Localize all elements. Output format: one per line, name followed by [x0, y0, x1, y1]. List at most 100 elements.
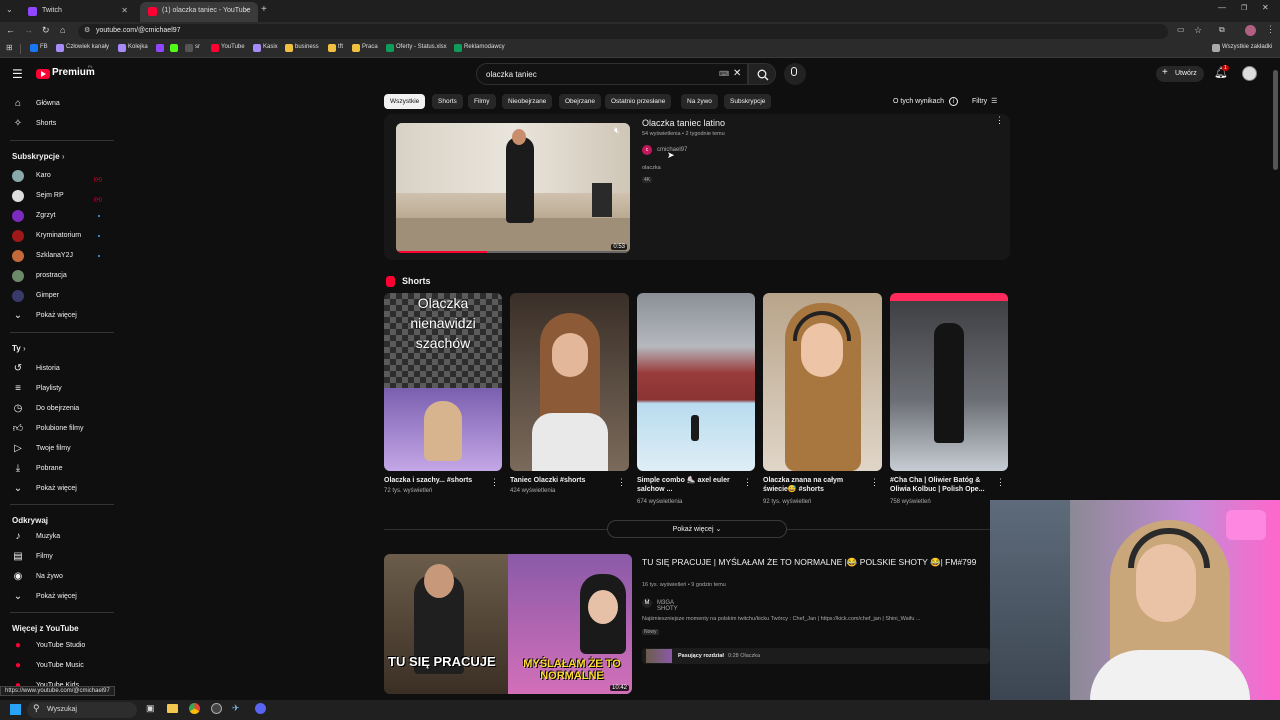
chip-all[interactable]: Wszystkie	[384, 94, 426, 109]
short-thumbnail[interactable]	[890, 293, 1008, 471]
short-thumbnail[interactable]	[763, 293, 882, 471]
search-box[interactable]: olaczka taniec ⌨ ✕	[476, 63, 748, 85]
short-title[interactable]: Olaczka i szachy... #shorts	[384, 476, 490, 485]
tab-menu-icon[interactable]: ⌄	[6, 5, 13, 14]
short-options-icon[interactable]: ⋮	[743, 477, 752, 488]
clear-search-icon[interactable]: ✕	[733, 68, 741, 79]
short-thumbnail[interactable]: Olaczka nienawidzi szachów	[384, 293, 502, 471]
bookmark-reklamodawcy[interactable]: Reklamodawcy	[454, 44, 505, 52]
bookmark-business[interactable]: business	[285, 44, 319, 52]
chip-live[interactable]: Na żywo	[681, 94, 718, 109]
sidebar-item-youtube-studio[interactable]: ● YouTube Studio	[10, 638, 114, 654]
sidebar-item-sejm-rp[interactable]: Sejm RP ((•))	[10, 188, 114, 204]
windows-start-icon[interactable]	[10, 704, 21, 715]
search-button[interactable]	[748, 63, 776, 85]
sidebar-item-watch-later[interactable]: ◷ Do obejrzenia	[10, 401, 114, 417]
sidebar-item-szklanay2j[interactable]: SzklanaY2J	[10, 248, 114, 264]
chip-subscriptions[interactable]: Subskrypcje	[724, 94, 772, 109]
tab-twitch[interactable]: Twitch ✕	[20, 2, 136, 22]
short-thumbnail[interactable]	[510, 293, 629, 471]
sidebar-item-music[interactable]: ♪ Muzyka	[10, 529, 114, 545]
short-options-icon[interactable]: ⋮	[996, 477, 1005, 488]
create-button[interactable]: + Utwórz	[1156, 66, 1204, 82]
apps-grid-icon[interactable]: ⊞	[6, 43, 13, 52]
keyboard-icon[interactable]: ⌨	[719, 70, 729, 78]
video-thumbnail[interactable]: 🔇︎ 0:53	[396, 123, 630, 253]
video-title[interactable]: TU SIĘ PRACUJE | MYŚLAŁAM ŻE TO NORMALNE…	[642, 557, 982, 568]
sidebar-item-home[interactable]: ⌂ Główna	[10, 96, 114, 112]
voice-search-button[interactable]	[784, 63, 806, 85]
extensions-icon[interactable]: ⧉	[1219, 25, 1225, 35]
close-tab-icon[interactable]: ✕	[121, 2, 128, 20]
sidebar-item-your-videos[interactable]: ▷ Twoje filmy	[10, 441, 114, 457]
chip-unwatched[interactable]: Nieobejrzane	[502, 94, 553, 109]
bookmark-tft[interactable]: tft	[328, 44, 343, 52]
new-tab-icon[interactable]: +	[261, 4, 267, 15]
scrollbar-thumb[interactable]	[1273, 70, 1278, 170]
all-bookmarks[interactable]: Wszystkie zakładki	[1212, 44, 1272, 52]
bookmark-youtube[interactable]: YouTube	[211, 44, 245, 52]
video-thumbnail[interactable]: TU SIĘ PRACUJE MYŚLAŁAM ŻE TO NORMALNE 1…	[384, 554, 632, 694]
short-options-icon[interactable]: ⋮	[870, 477, 879, 488]
sidebar-item-playlists[interactable]: ≡ Playlisty	[10, 381, 114, 397]
hamburger-menu-icon[interactable]: ☰	[12, 67, 23, 81]
steam-icon[interactable]: ✈	[232, 703, 240, 714]
sidebar-item-karo[interactable]: Karo ((•))	[10, 168, 114, 184]
bookmark-fb[interactable]: FB	[30, 44, 48, 52]
about-results-button[interactable]: O tych wynikach i	[893, 97, 958, 106]
browser-menu-icon[interactable]: ⋮	[1266, 24, 1275, 35]
back-icon[interactable]: ←	[6, 25, 15, 35]
short-thumbnail[interactable]	[637, 293, 755, 471]
video-options-icon[interactable]: ⋮	[995, 115, 1004, 126]
address-bar[interactable]: ⚙ youtube.com/@cmichael97	[78, 24, 1168, 39]
sidebar-item-downloads[interactable]: ⤓ Pobrane	[10, 461, 114, 477]
profile-avatar[interactable]	[1245, 25, 1256, 36]
bookmark-praca[interactable]: Praca	[352, 44, 378, 52]
bookmark-sr[interactable]: sr	[185, 44, 200, 52]
bookmark-oferty[interactable]: Oferty - Status.xlsx	[386, 44, 447, 52]
close-window-icon[interactable]: ✕	[1262, 3, 1269, 12]
obs-icon[interactable]	[211, 703, 222, 714]
sidebar-item-zgrzyt[interactable]: Zgrzyt	[10, 208, 114, 224]
account-avatar[interactable]	[1242, 66, 1257, 81]
sidebar-item-live[interactable]: ◉ Na żywo	[10, 569, 114, 585]
you-header[interactable]: Ty ›	[12, 344, 26, 353]
task-view-icon[interactable]: ▣	[146, 703, 155, 714]
short-title[interactable]: Simple combo ⛸️ axel euler salchow ...	[637, 476, 737, 494]
bookmark-czlowiek-kanaly[interactable]: Człowiek kanały	[56, 44, 109, 52]
site-info-icon[interactable]: ⚙	[84, 26, 90, 34]
video-title[interactable]: Olaczka taniec latino	[642, 118, 725, 128]
chip-videos[interactable]: Filmy	[468, 94, 496, 109]
cast-icon[interactable]: ▭	[1177, 25, 1185, 34]
short-options-icon[interactable]: ⋮	[617, 477, 626, 488]
sidebar-item-movies[interactable]: ▤ Filmy	[10, 549, 114, 565]
minimize-icon[interactable]: —	[1218, 3, 1226, 12]
taskbar-search[interactable]: ⚲ Wyszukaj	[27, 702, 137, 718]
chrome-icon[interactable]	[189, 703, 200, 714]
sidebar-item-liked[interactable]: 👍︎ Polubione filmy	[10, 421, 114, 437]
file-explorer-icon[interactable]	[167, 704, 178, 713]
sidebar-show-more-you[interactable]: ⌄ Pokaż więcej	[10, 481, 114, 497]
short-title[interactable]: #Cha Cha | Oliwier Batóg & Oliwia Kolbuc…	[890, 476, 994, 494]
short-title[interactable]: Taniec Olaczki #shorts	[510, 476, 616, 485]
home-button-icon[interactable]: ⌂	[60, 25, 65, 35]
bookmark-star-icon[interactable]: ☆	[1194, 25, 1202, 36]
subscriptions-header[interactable]: Subskrypcje ›	[12, 152, 64, 161]
show-more-button[interactable]: Pokaż więcej ⌄	[607, 520, 787, 538]
sidebar-item-shorts[interactable]: ✧ Shorts	[10, 116, 114, 132]
sidebar-item-kryminatorium[interactable]: Kryminatorium	[10, 228, 114, 244]
chip-watched[interactable]: Obejrzane	[559, 94, 601, 109]
search-input[interactable]: olaczka taniec	[486, 70, 537, 79]
sidebar-show-more-explore[interactable]: ⌄ Pokaż więcej	[10, 589, 114, 605]
forward-icon[interactable]: →	[24, 25, 33, 35]
filters-button[interactable]: Filtry ☰	[972, 97, 997, 105]
mute-icon[interactable]: 🔇︎	[614, 125, 620, 136]
chip-shorts[interactable]: Shorts	[432, 94, 463, 109]
close-tab-icon[interactable]: ✕	[243, 2, 250, 20]
preview-progress-bar[interactable]	[396, 251, 630, 253]
sidebar-item-gimper[interactable]: Gimper	[10, 288, 114, 304]
sidebar-item-history[interactable]: ↺ Historia	[10, 361, 114, 377]
short-options-icon[interactable]: ⋮	[490, 477, 499, 488]
bookmark-kolejka[interactable]: Kolejka	[118, 44, 148, 52]
sidebar-item-prostracja[interactable]: prostracja	[10, 268, 114, 284]
